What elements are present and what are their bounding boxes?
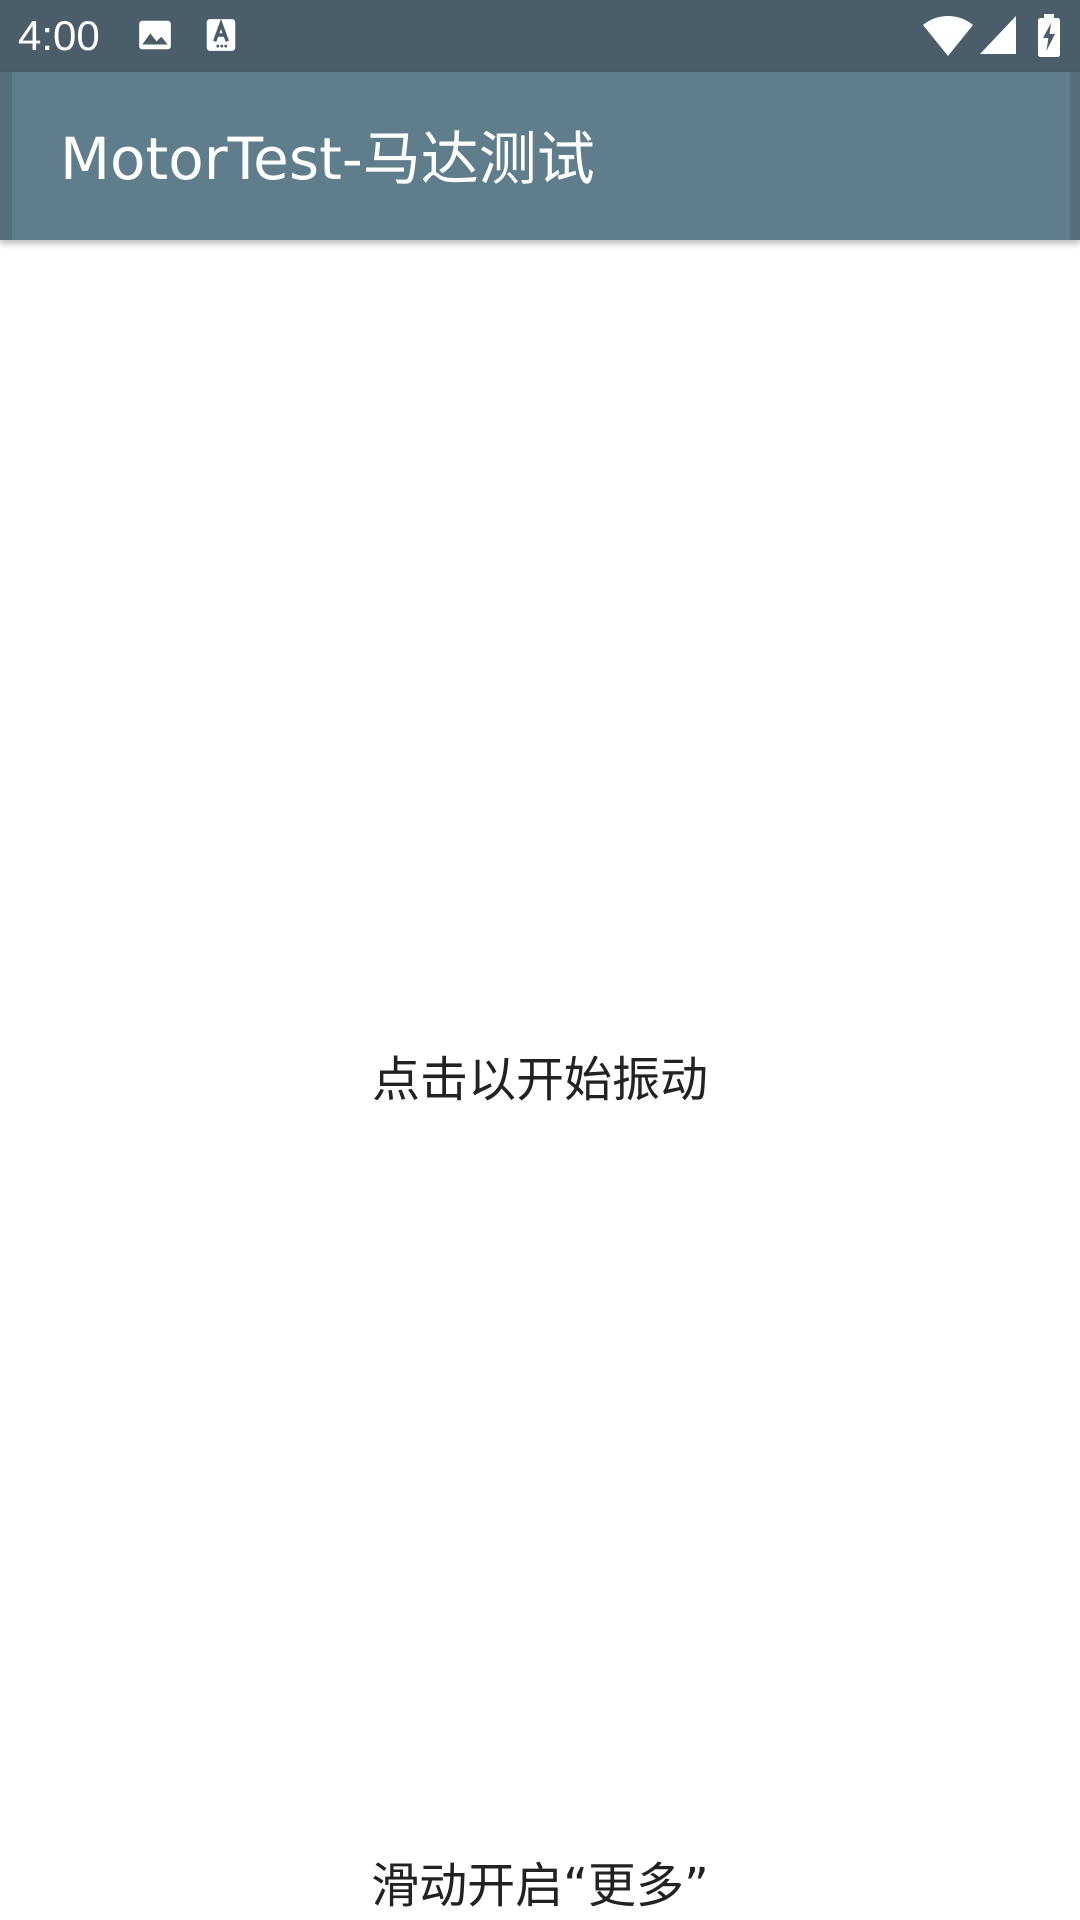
vibrate-tap-area[interactable] — [0, 240, 1080, 1820]
swipe-more-label[interactable]: 滑动开启“更多” — [0, 1856, 1080, 1916]
app-bar-edge — [1070, 72, 1080, 240]
app-bar: MotorTest-马达测试 — [0, 72, 1080, 240]
wifi-icon — [923, 16, 973, 56]
status-bar: 4:00 — [0, 0, 1080, 72]
app-bar-edge — [0, 72, 12, 240]
status-time: 4:00 — [18, 12, 100, 59]
tap-to-vibrate-label[interactable]: 点击以开始振动 — [0, 1050, 1080, 1110]
battery-charging-icon — [1038, 14, 1060, 57]
gallery-icon — [139, 20, 171, 50]
font-icon — [206, 18, 236, 51]
screen: 4:00 MotorTest-马达测试 点击以开始振动 滑动开启“更多” — [0, 0, 1080, 1920]
signal-icon — [980, 16, 1016, 54]
app-title: MotorTest-马达测试 — [60, 125, 595, 193]
